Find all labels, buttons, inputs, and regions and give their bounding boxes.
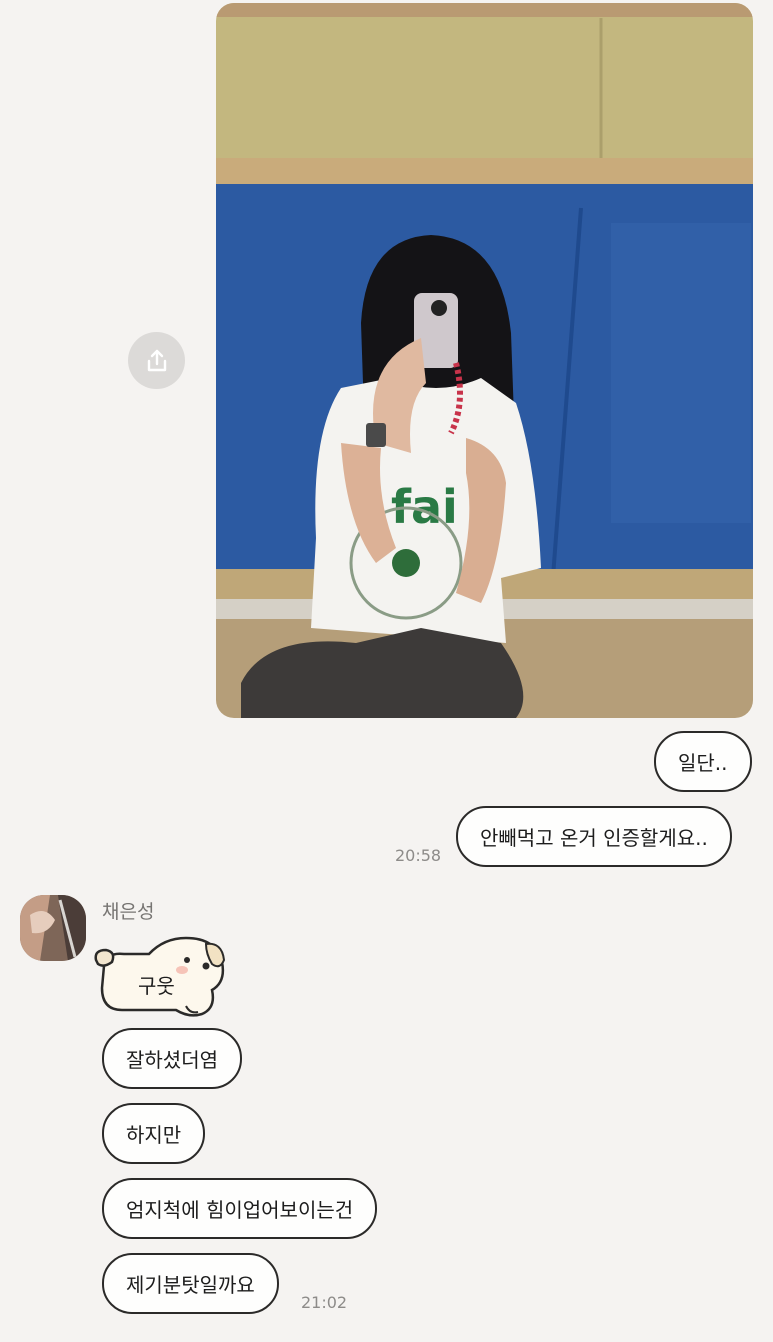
sender-name: 채은성 (102, 901, 155, 923)
incoming-message[interactable]: 제기분탓일까요 (102, 1253, 279, 1314)
share-icon (147, 349, 166, 371)
avatar-image (20, 895, 86, 961)
outgoing-timestamp: 20:58 (395, 846, 442, 865)
incoming-message[interactable]: 하지만 (102, 1103, 206, 1164)
incoming-message[interactable]: 엄지척에 힘이업어보이는건 (102, 1178, 378, 1239)
incoming-timestamp: 21:02 (301, 1293, 348, 1312)
outgoing-message[interactable]: 안빼먹고 온거 인증할게요.. (456, 806, 732, 867)
sender-avatar[interactable] (20, 895, 86, 961)
outgoing-message[interactable]: 일단.. (654, 731, 752, 792)
share-button[interactable] (128, 332, 185, 389)
sticker-text: 구웃 (138, 974, 175, 998)
photo-image: fai (216, 3, 753, 718)
incoming-message[interactable]: 잘하셨더염 (102, 1028, 242, 1089)
photo-message[interactable]: fai (216, 3, 753, 718)
